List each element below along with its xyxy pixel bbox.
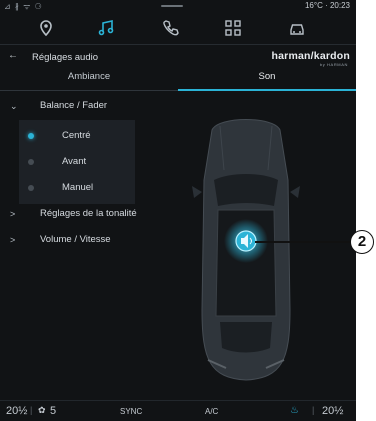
page-header: ← Réglages audio harman/kardon by HARMAN	[0, 49, 356, 67]
list-item-label: Balance / Fader	[40, 100, 108, 111]
callout-number-badge: 2	[350, 230, 374, 254]
temperature-time: 16°C · 20:23	[304, 1, 350, 10]
ac-button[interactable]: A/C	[205, 407, 218, 416]
list-item-label: Réglages de la tonalité	[40, 208, 137, 219]
divider: |	[312, 405, 315, 415]
list-item-tonalite[interactable]: > Réglages de la tonalité	[0, 204, 190, 228]
location-pin-icon[interactable]	[37, 19, 55, 37]
option-manuel[interactable]: Manuel	[19, 176, 135, 202]
tab-ambiance[interactable]: Ambiance	[0, 67, 178, 91]
sync-button[interactable]: SYNC	[120, 407, 142, 416]
infotainment-screen: ⊿ ∦ ᯤ ⚆ 16°C · 20:23 ← Réglages audio ha…	[0, 0, 356, 421]
option-centre[interactable]: Centré	[19, 124, 135, 150]
list-item-label: Volume / Vitesse	[40, 234, 111, 245]
main-nav-bar	[0, 11, 356, 45]
balance-fader-options: Centré Avant Manuel	[19, 120, 135, 204]
climate-bar: 20½ | ✿ 5 SYNC A/C ♨ | 20½	[0, 400, 356, 421]
divider: |	[30, 405, 33, 415]
tab-son[interactable]: Son	[178, 67, 356, 91]
pull-down-handle[interactable]	[161, 5, 183, 7]
radio-selected-icon[interactable]	[28, 133, 34, 139]
chevron-down-icon: ⌄	[10, 101, 18, 111]
tab-bar: Ambiance Son	[0, 67, 356, 91]
seat-heat-icon[interactable]: ♨	[290, 405, 299, 416]
list-item-balance-fader[interactable]: ⌄ Balance / Fader	[0, 96, 190, 120]
music-icon[interactable]	[97, 19, 115, 37]
back-arrow-icon[interactable]: ←	[8, 50, 18, 61]
temp-right[interactable]: 20½	[322, 405, 343, 417]
fan-icon[interactable]: ✿	[38, 405, 46, 416]
car-top-view	[190, 110, 302, 386]
brand-logo: harman/kardon	[271, 50, 350, 62]
option-label: Manuel	[62, 182, 94, 193]
list-item-volume-vitesse[interactable]: > Volume / Vitesse	[0, 230, 190, 254]
chevron-right-icon: >	[10, 209, 16, 219]
temp-left[interactable]: 20½	[6, 405, 27, 417]
option-avant[interactable]: Avant	[19, 150, 135, 176]
page-title: Réglages audio	[32, 52, 99, 63]
apps-grid-icon[interactable]	[224, 19, 242, 37]
option-label: Centré	[62, 130, 91, 141]
radio-icon[interactable]	[28, 185, 34, 191]
car-icon[interactable]	[288, 19, 306, 37]
callout-line	[255, 241, 350, 243]
fan-speed[interactable]: 5	[50, 405, 56, 417]
chevron-right-icon: >	[10, 235, 16, 245]
status-bar: ⊿ ∦ ᯤ ⚆ 16°C · 20:23	[0, 0, 356, 11]
radio-icon[interactable]	[28, 159, 34, 165]
phone-icon[interactable]	[162, 19, 180, 37]
option-label: Avant	[62, 156, 87, 167]
